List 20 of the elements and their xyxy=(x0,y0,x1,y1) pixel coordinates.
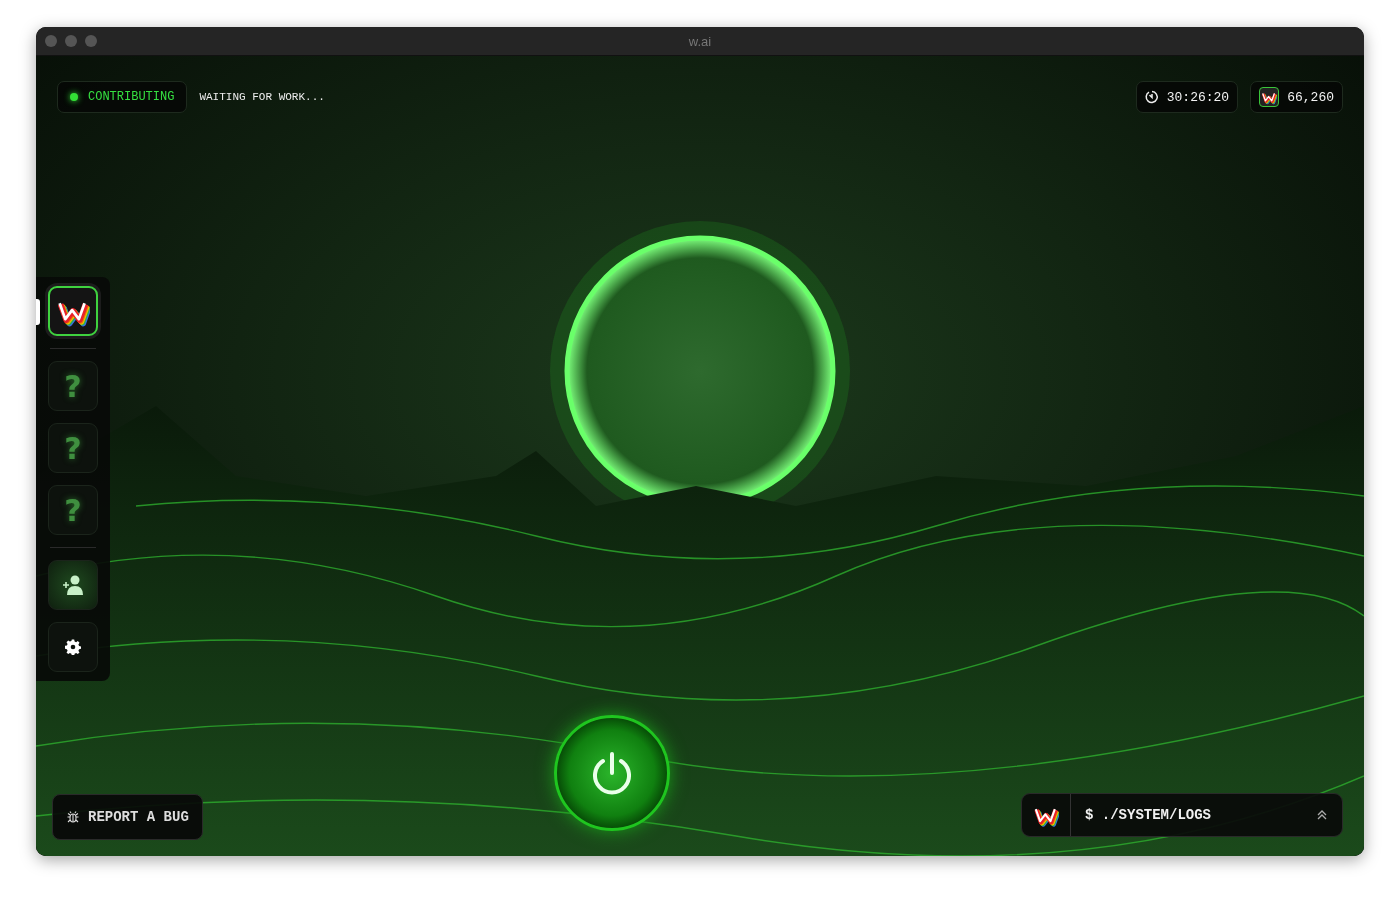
uptime-value: 30:26:20 xyxy=(1166,89,1230,105)
timer-icon xyxy=(1144,90,1159,104)
points-value: 66,260 xyxy=(1287,89,1334,105)
bug-icon xyxy=(66,810,80,824)
app-sidebar-item[interactable] xyxy=(48,286,98,336)
locked-sidebar-item[interactable]: ? xyxy=(48,423,98,473)
chevron-up-icon[interactable] xyxy=(1316,809,1328,821)
report-bug-button[interactable]: REPORT A BUG xyxy=(52,794,203,840)
invite-button[interactable] xyxy=(48,560,98,610)
locked-sidebar-item[interactable]: ? xyxy=(48,485,98,535)
status-label: CONTRIBUTING xyxy=(88,90,175,104)
locked-sidebar-item[interactable]: ? xyxy=(48,361,98,411)
status-message: WAITING FOR WORK... xyxy=(199,91,325,103)
settings-icon xyxy=(65,639,81,655)
add-user-icon xyxy=(61,574,85,596)
selection-indicator xyxy=(36,299,40,325)
settings-button[interactable] xyxy=(48,622,98,672)
window-title: w.ai xyxy=(687,33,713,49)
logs-command: $ ./SYSTEM/LOGS xyxy=(1085,807,1212,823)
system-logs-bar[interactable]: $ ./SYSTEM/LOGS xyxy=(1021,793,1343,837)
